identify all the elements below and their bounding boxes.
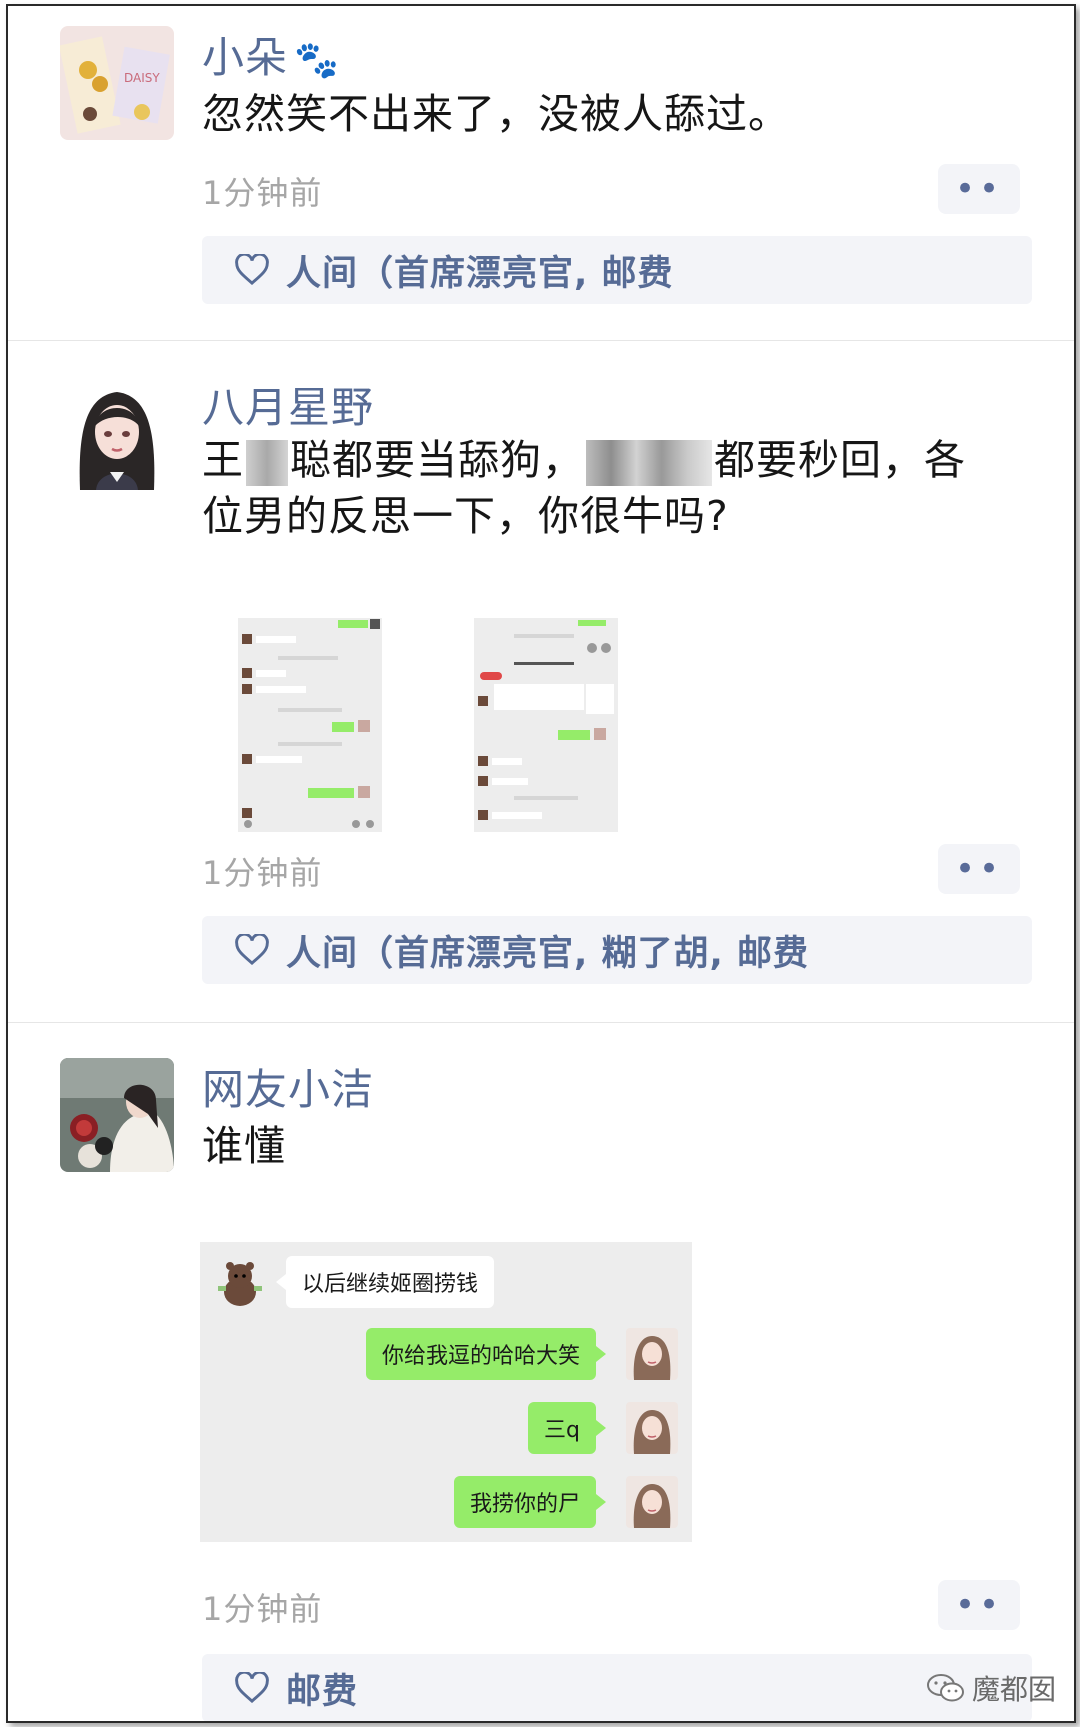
post-text: 谁懂: [202, 1122, 286, 1170]
post-image[interactable]: [474, 618, 618, 832]
avatar[interactable]: [60, 376, 174, 490]
post-text-line: 位男的反思一下，你很牛吗?: [202, 492, 729, 540]
more-actions-button[interactable]: ••: [938, 1580, 1020, 1630]
chat-bubble-outgoing: 三q: [528, 1402, 606, 1454]
sticker-avatar: [214, 1256, 266, 1308]
post-text-line: 王聪都要当舔狗， 都要秒回，各: [202, 436, 966, 486]
post-time: 1分钟前: [202, 1590, 323, 1628]
chat-bubble-outgoing: 我捞你的尸: [453, 1476, 607, 1528]
post-image[interactable]: [238, 618, 382, 832]
blurred-text: [586, 440, 712, 486]
wechat-icon: [927, 1674, 964, 1702]
user-avatar: [626, 1476, 678, 1528]
post-text: 忽然笑不出来了，没被人舔过。: [202, 90, 790, 138]
heart-icon: [235, 254, 269, 286]
likes-bar: 邮费: [202, 1654, 1032, 1721]
post-text: 王聪都要当舔狗， 都要秒回，各 位男的反思一下，你很牛吗?: [202, 432, 966, 544]
blurred-text: [246, 440, 288, 486]
chat-bubble-outgoing: 你给我逗的哈哈大笑: [365, 1328, 607, 1380]
post-author-name[interactable]: 网友小洁: [202, 1056, 374, 1117]
post-author-name[interactable]: 小朵 🐾: [202, 24, 340, 85]
watermark: 魔都囡: [926, 1668, 1056, 1708]
divider: [8, 1022, 1074, 1023]
more-actions-button[interactable]: ••: [938, 844, 1020, 894]
likes-names[interactable]: 人间（首席漂亮官, 邮费: [286, 245, 673, 296]
heart-icon: [235, 934, 269, 966]
avatar[interactable]: DAISY: [60, 26, 174, 140]
post-author-name[interactable]: 八月星野: [202, 374, 374, 435]
divider: [8, 340, 1074, 341]
likes-bar: 人间（首席漂亮官, 邮费: [202, 236, 1032, 304]
post-time: 1分钟前: [202, 174, 323, 212]
likes-bar: 人间（首席漂亮官, 糊了胡, 邮费: [202, 916, 1032, 984]
avatar[interactable]: [60, 1058, 174, 1172]
moments-feed: DAISY 小朵 🐾 忽然笑不出来了，没被人舔过。 1分钟前 •• 人间（首席漂亮…: [6, 4, 1076, 1723]
chat-bubble-incoming: 以后继续姬圈捞钱: [275, 1256, 495, 1308]
user-avatar: [626, 1402, 678, 1454]
likes-names[interactable]: 人间（首席漂亮官, 糊了胡, 邮费: [286, 925, 809, 976]
post-image[interactable]: 以后继续姬圈捞钱 你给我逗的哈哈大笑 三q 我捞你的尸: [200, 1242, 692, 1542]
svg-text:DAISY: DAISY: [124, 71, 160, 85]
user-avatar: [626, 1328, 678, 1380]
more-actions-button[interactable]: ••: [938, 164, 1020, 214]
likes-names[interactable]: 邮费: [286, 1663, 358, 1714]
heart-icon: [235, 1672, 269, 1704]
post-time: 1分钟前: [202, 854, 323, 892]
paw-print-icon: 🐾: [294, 40, 340, 81]
